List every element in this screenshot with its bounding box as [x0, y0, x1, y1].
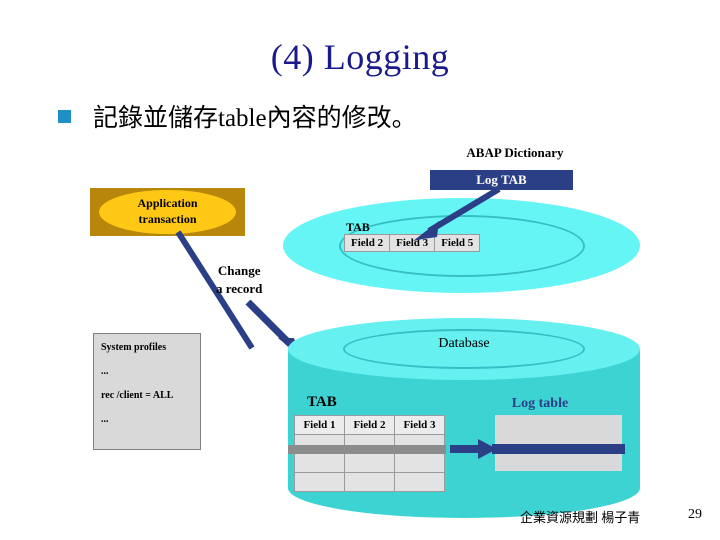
- system-profiles-line: ...: [101, 366, 109, 377]
- database-cylinder-top: Database: [288, 318, 640, 380]
- table-header-cell: Field 1: [294, 415, 345, 435]
- dictionary-field-cell: Field 3: [390, 235, 436, 251]
- bullet-text: 記錄並儲存table內容的修改。: [93, 105, 417, 132]
- table-row: [294, 453, 445, 473]
- bullet-row: 記錄並儲存table內容的修改。: [58, 98, 417, 134]
- footer-page-number: 29: [688, 507, 702, 522]
- dictionary-field-cell: Field 2: [345, 235, 391, 251]
- log-transfer-arrow-icon: [450, 439, 497, 459]
- square-bullet-icon: [58, 109, 71, 123]
- footer: 企業資源規劃 楊子青 29: [0, 507, 720, 527]
- system-profiles-title: System profiles: [101, 342, 167, 353]
- table-cell: [344, 453, 395, 473]
- table-cell: [344, 472, 395, 492]
- log-table-label: Log table: [511, 396, 569, 411]
- table-cell: [394, 453, 445, 473]
- abap-dictionary-label: ABAP Dictionary: [466, 145, 564, 160]
- table-cell: [294, 453, 345, 473]
- table-header-cell: Field 3: [394, 415, 445, 435]
- log-table-box: [495, 415, 622, 471]
- system-profiles-line: ...: [101, 414, 109, 425]
- dictionary-tab-label: TAB: [346, 220, 370, 234]
- table-header-row: Field 1 Field 2 Field 3: [294, 415, 445, 435]
- table-cell: [294, 472, 345, 492]
- slide-canvas: (4) Logging 記錄並儲存table內容的修改。 ABAP Dictio…: [0, 0, 720, 540]
- application-transaction-box: Application transaction: [90, 188, 245, 236]
- dictionary-tab-fields: Field 2 Field 3 Field 5: [344, 234, 481, 252]
- log-table-highlight-band: [492, 444, 625, 454]
- system-profiles-box: System profiles ... rec /client = ALL ..…: [93, 333, 201, 450]
- dictionary-field-cell: Field 5: [441, 237, 474, 249]
- footer-credit: 企業資源規劃 楊子青: [520, 510, 641, 525]
- change-record-line2: a record: [216, 281, 263, 296]
- page-title: (4) Logging: [270, 37, 450, 77]
- table-header-cell: Field 2: [344, 415, 395, 435]
- database-label: Database: [438, 336, 490, 351]
- database-tab-label: TAB: [307, 394, 337, 410]
- table-cell: [394, 472, 445, 492]
- application-transaction-label: Application transaction: [90, 195, 245, 227]
- database-tab-highlight-band: [288, 445, 446, 454]
- application-transaction-line2: transaction: [138, 212, 197, 226]
- table-row: [294, 472, 445, 492]
- system-profiles-line: rec /client = ALL: [101, 390, 174, 401]
- application-transaction-line1: Application: [137, 196, 198, 210]
- change-record-label: Change a record: [216, 262, 262, 298]
- log-tab-callout: Log TAB: [430, 170, 573, 190]
- change-record-line1: Change: [217, 263, 261, 278]
